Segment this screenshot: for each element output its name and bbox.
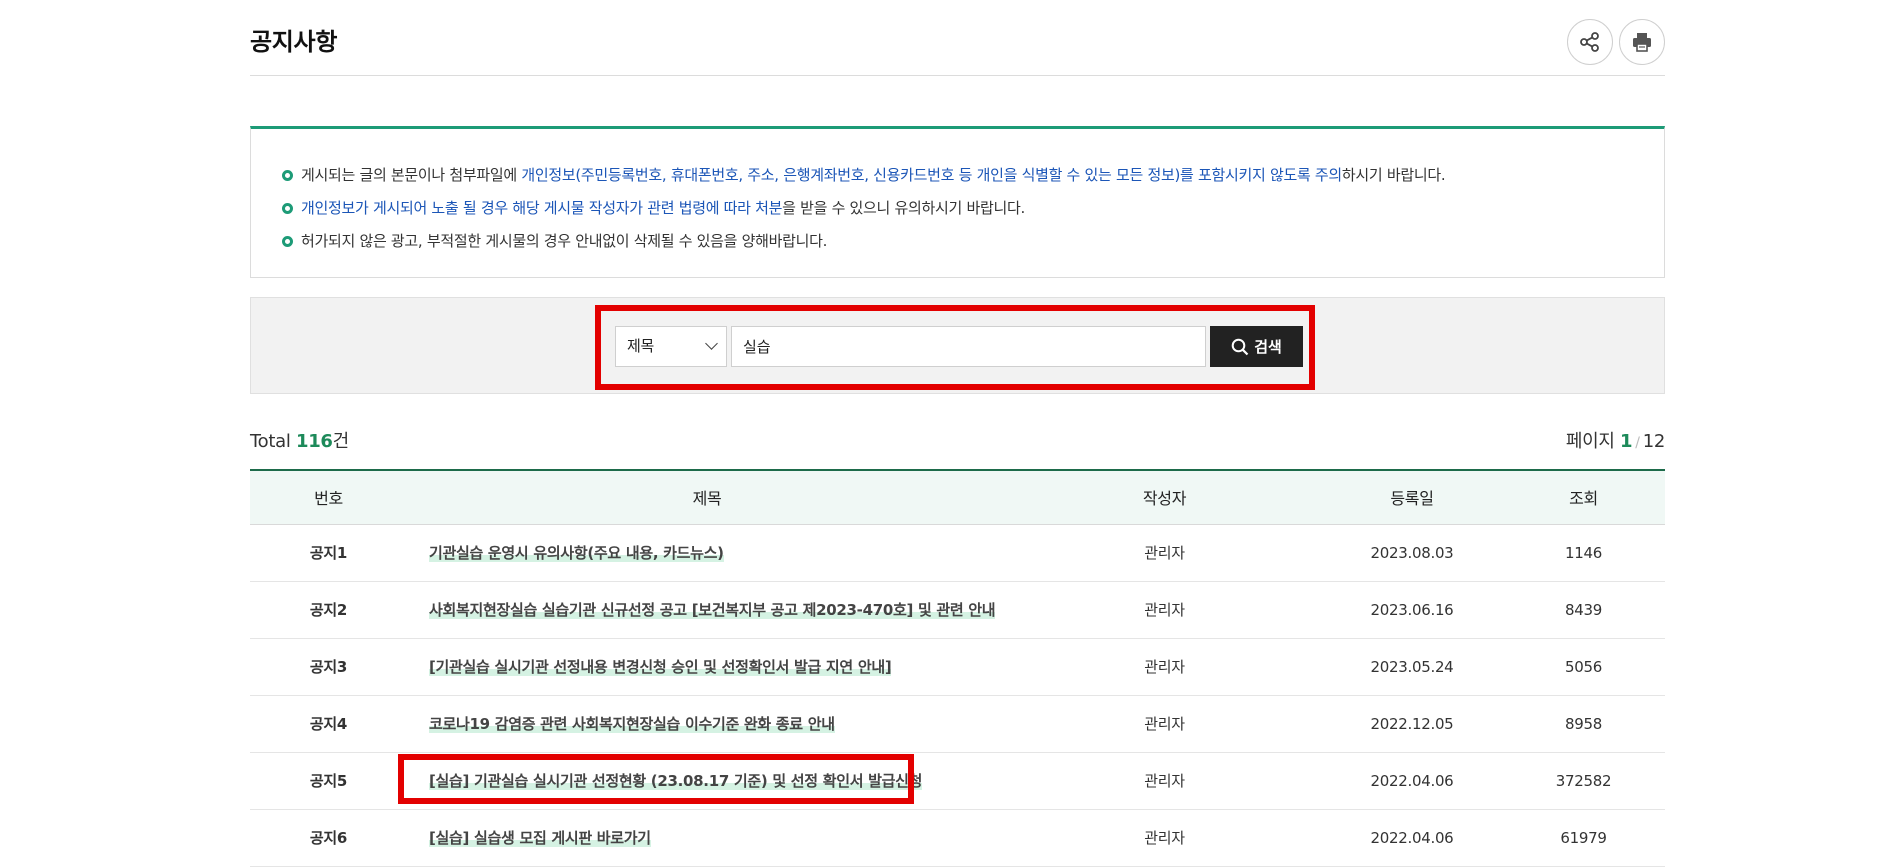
row-author-cell: 관리자 [1007,695,1322,753]
col-header-number: 번호 [250,469,407,525]
row-date-cell: 2023.08.03 [1322,524,1502,582]
row-date-cell: 2022.04.06 [1322,809,1502,867]
chevron-down-icon [705,337,718,350]
row-author-cell: 관리자 [1007,638,1322,696]
row-title-link[interactable]: [기관실습 실시기관 선정내용 변경신청 승인 및 선정확인서 발급 지연 안내… [429,658,892,676]
row-title-link-cell: 기관실습 운영시 유의사항(주요 내용, 카드뉴스) [407,524,1007,582]
notice-text: 개인정보(주민등록번호, 휴대폰번호, 주소, 은행계좌번호, 신용카드번호 등… [521,166,1342,184]
search-icon [1231,338,1249,355]
row-number-cell: 공지4 [250,695,407,753]
table-row: 공지6 [실습] 실습생 모집 게시판 바로가기 관리자 2022.04.06 6197… [250,809,1665,867]
total-count: Total 116건 [250,427,349,453]
col-header-author: 작성자 [1007,469,1322,525]
notice-text: 허가되지 않은 광고, 부적절한 게시물의 경우 안내없이 삭제될 수 있음을 … [301,232,828,250]
col-header-views: 조회 [1502,469,1665,525]
search-type-select[interactable]: 제목 [615,326,727,367]
page-current: 1 [1620,431,1633,452]
page-header: 공지사항 [250,0,1665,76]
total-label: Total [250,431,296,452]
notice-text: 을 받을 수 있으니 유의하시기 바랍니다. [782,199,1025,217]
row-number-cell: 공지6 [250,809,407,867]
bullet-circle-icon [282,203,293,214]
row-author-cell: 관리자 [1007,809,1322,867]
row-title-link[interactable]: 코로나19 감염증 관련 사회복지현장실습 이수기준 완화 종료 안내 [429,715,835,733]
page-title: 공지사항 [250,28,338,56]
total-number: 116 [295,431,333,452]
share-icon [1580,32,1599,52]
row-title-link-cell: 코로나19 감염증 관련 사회복지현장실습 이수기준 완화 종료 안내 [407,695,1007,753]
row-views-cell: 61979 [1502,809,1665,867]
row-number-cell: 공지5 [250,752,407,810]
row-date-cell: 2023.06.16 [1322,581,1502,639]
print-button[interactable] [1619,19,1665,65]
page-label: 페이지 [1565,431,1621,452]
row-author-cell: 관리자 [1007,581,1322,639]
page-total: 12 [1642,431,1666,452]
search-button[interactable]: 검색 [1210,326,1303,367]
row-title-link-cell: 사회복지현장실습 실습기관 신규선정 공고 [보건복지부 공고 제2023-47… [407,581,1007,639]
col-header-date: 등록일 [1322,469,1502,525]
notice-text: 게시되는 글의 본문이나 첨부파일에 [301,166,522,184]
notice-table: 번호 제목 작성자 등록일 조회 공지1 기관실습 운영시 유의사항(주요 내용,… [250,469,1665,867]
total-unit: 건 [332,431,350,452]
row-title-link[interactable]: [실습] 실습생 모집 게시판 바로가기 [429,829,651,847]
notice-item: 개인정보가 게시되어 노출 될 경우 해당 게시물 작성자가 관련 법령에 따라… [282,192,1664,225]
row-views-cell: 1146 [1502,524,1665,582]
share-button[interactable] [1567,19,1613,65]
table-row: 공지2 사회복지현장실습 실습기관 신규선정 공고 [보건복지부 공고 제2023… [250,581,1665,639]
row-views-cell: 8439 [1502,581,1665,639]
notice-box: 게시되는 글의 본문이나 첨부파일에 개인정보(주민등록번호, 휴대폰번호, 주… [250,126,1665,278]
row-author-cell: 관리자 [1007,524,1322,582]
row-title-link[interactable]: 기관실습 운영시 유의사항(주요 내용, 카드뉴스) [429,544,724,562]
row-views-cell: 8958 [1502,695,1665,753]
table-header-row: 번호 제목 작성자 등록일 조회 [250,469,1665,525]
row-author-cell: 관리자 [1007,752,1322,810]
row-date-cell: 2022.12.05 [1322,695,1502,753]
search-button-label: 검색 [1254,339,1282,356]
table-row: 공지3 [기관실습 실시기관 선정내용 변경신청 승인 및 선정확인서 발급 지연… [250,638,1665,696]
notice-item: 허가되지 않은 광고, 부적절한 게시물의 경우 안내없이 삭제될 수 있음을 … [282,225,1664,258]
row-title-link-cell: [실습] 실습생 모집 게시판 바로가기 [407,809,1007,867]
bullet-circle-icon [282,170,293,181]
print-icon [1633,33,1651,52]
row-number-cell: 공지3 [250,638,407,696]
row-highlight-box [398,754,914,804]
notice-item: 게시되는 글의 본문이나 첨부파일에 개인정보(주민등록번호, 휴대폰번호, 주… [282,159,1664,192]
table-row: 공지4 코로나19 감염증 관련 사회복지현장실습 이수기준 완화 종료 안내 관리… [250,695,1665,753]
search-area: 제목 검색 [250,297,1665,394]
notice-text: 개인정보가 게시되어 노출 될 경우 해당 게시물 작성자가 관련 법령에 따라… [301,199,783,217]
row-views-cell: 5056 [1502,638,1665,696]
bullet-circle-icon [282,236,293,247]
col-header-title: 제목 [407,469,1007,525]
search-type-value: 제목 [627,337,655,355]
row-title-link-cell: [기관실습 실시기관 선정내용 변경신청 승인 및 선정확인서 발급 지연 안내… [407,638,1007,696]
page-indicator: 페이지 1/12 [1566,427,1665,453]
search-input[interactable] [731,326,1206,367]
row-title-link[interactable]: 사회복지현장실습 실습기관 신규선정 공고 [보건복지부 공고 제2023-47… [429,601,996,619]
row-date-cell: 2022.04.06 [1322,752,1502,810]
table-row: 공지1 기관실습 운영시 유의사항(주요 내용, 카드뉴스) 관리자 2023.08.… [250,524,1665,582]
row-number-cell: 공지1 [250,524,407,582]
page-separator: / [1635,435,1640,451]
notice-text: 하시기 바랍니다. [1341,166,1446,184]
row-views-cell: 372582 [1502,752,1665,810]
page-container: 공지사항 게시되는 글의 본문이나 첨부파일에 개인정보(주민등록번호, 휴대폰… [250,0,1665,867]
row-number-cell: 공지2 [250,581,407,639]
row-date-cell: 2023.05.24 [1322,638,1502,696]
